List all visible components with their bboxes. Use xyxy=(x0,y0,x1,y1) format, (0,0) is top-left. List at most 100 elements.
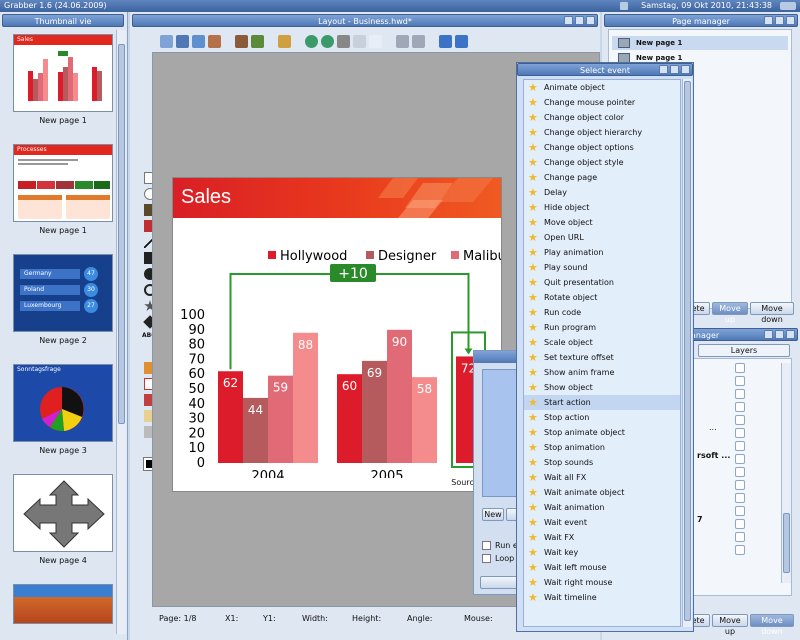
event-item[interactable]: ★ Stop animate object xyxy=(524,425,680,440)
thumbnail-arrows[interactable] xyxy=(13,474,113,552)
event-item[interactable]: ★ Move object xyxy=(524,215,680,230)
move-down-page-button[interactable]: Move down xyxy=(750,302,794,324)
maximize-icon[interactable] xyxy=(575,16,584,25)
layer-visibility-checkbox[interactable] xyxy=(735,532,745,542)
layer-visibility-checkbox[interactable] xyxy=(735,441,745,451)
copy-icon[interactable] xyxy=(353,34,366,48)
export-icon[interactable] xyxy=(208,34,221,48)
event-list-scrollbar[interactable] xyxy=(682,79,692,627)
event-item[interactable]: ★ Rotate object xyxy=(524,290,680,305)
event-item[interactable]: ★ Wait left mouse xyxy=(524,560,680,575)
layer-visibility-checkbox[interactable] xyxy=(735,454,745,464)
paste-icon[interactable] xyxy=(369,34,382,48)
redo-icon[interactable] xyxy=(321,34,334,48)
maximize-icon[interactable] xyxy=(775,330,784,339)
last-icon[interactable] xyxy=(412,34,425,48)
event-item[interactable]: ★ Wait animation xyxy=(524,500,680,515)
event-item[interactable]: ★ Change object color xyxy=(524,110,680,125)
event-item[interactable]: ★ Wait FX xyxy=(524,530,680,545)
event-item[interactable]: ★ Change mouse pointer xyxy=(524,95,680,110)
back-icon[interactable] xyxy=(439,34,452,48)
event-item[interactable]: ★ Wait right mouse xyxy=(524,575,680,590)
thumbnail-sales[interactable]: Sales xyxy=(13,34,113,112)
event-item[interactable]: ★ Scale object xyxy=(524,335,680,350)
event-item[interactable]: ★ Play sound xyxy=(524,260,680,275)
new-icon[interactable] xyxy=(160,34,173,48)
thumbnail-partial[interactable] xyxy=(13,584,113,624)
layer-visibility-checkbox[interactable] xyxy=(735,402,745,412)
thumbnail-eu[interactable]: Germany Poland Luxembourg 47 30 27 xyxy=(13,254,113,332)
event-item[interactable]: ★ Wait key xyxy=(524,545,680,560)
event-item[interactable]: ★ Wait timeline xyxy=(524,590,680,605)
layer-visibility-checkbox[interactable] xyxy=(735,506,745,516)
run-checkbox[interactable] xyxy=(482,541,491,550)
move-down-layer-button[interactable]: Move down xyxy=(750,614,794,636)
layer-visibility-checkbox[interactable] xyxy=(735,493,745,503)
layer-scrollbar[interactable] xyxy=(781,363,791,583)
layer-visibility-checkbox[interactable] xyxy=(735,376,745,386)
minimize-icon[interactable] xyxy=(659,65,668,74)
event-item[interactable]: ★ Change page xyxy=(524,170,680,185)
undo-icon[interactable] xyxy=(305,34,318,48)
event-item[interactable]: ★ Delay xyxy=(524,185,680,200)
save-icon[interactable] xyxy=(192,34,205,48)
event-item[interactable]: ★ Show anim frame xyxy=(524,365,680,380)
window-controls-icon[interactable] xyxy=(780,2,796,10)
layer-scroll-thumb[interactable] xyxy=(783,513,790,573)
event-item[interactable]: ★ Hide object xyxy=(524,200,680,215)
layer-visibility-checkbox[interactable] xyxy=(735,363,745,373)
image-icon[interactable] xyxy=(235,34,248,48)
minimize-icon[interactable] xyxy=(564,16,573,25)
layer-visibility-checkbox[interactable] xyxy=(735,519,745,529)
slide[interactable]: Sales 0 10 20 30 40 50 60 70 80 90 100 Hollywood Des… xyxy=(172,177,502,492)
maximize-icon[interactable] xyxy=(670,65,679,74)
event-item[interactable]: ★ Wait event xyxy=(524,515,680,530)
loop-checkbox[interactable] xyxy=(482,554,491,563)
event-item[interactable]: ★ Show object xyxy=(524,380,680,395)
layer-visibility-checkbox[interactable] xyxy=(735,415,745,425)
event-item[interactable]: ★ Stop action xyxy=(524,410,680,425)
event-scroll-thumb[interactable] xyxy=(684,81,691,621)
event-item[interactable]: ★ Wait all FX xyxy=(524,470,680,485)
properties-icon[interactable] xyxy=(278,34,291,48)
close-icon[interactable] xyxy=(786,330,795,339)
event-item[interactable]: ★ Open URL xyxy=(524,230,680,245)
layer-visibility-checkbox[interactable] xyxy=(735,389,745,399)
thumbnail-scroll-thumb[interactable] xyxy=(118,44,125,424)
thumbnail-scrollbar[interactable] xyxy=(116,30,126,634)
event-item[interactable]: ★ Play animation xyxy=(524,245,680,260)
event-item[interactable]: ★ Stop animation xyxy=(524,440,680,455)
new-button[interactable]: New xyxy=(482,508,504,521)
thumbnail-pie[interactable]: Sonntagsfrage xyxy=(13,364,113,442)
event-item[interactable]: ★ Stop sounds xyxy=(524,455,680,470)
minimize-icon[interactable] xyxy=(764,330,773,339)
event-item[interactable]: ★ Wait animate object xyxy=(524,485,680,500)
event-item[interactable]: ★ Quit presentation xyxy=(524,275,680,290)
layer-visibility-checkbox[interactable] xyxy=(735,467,745,477)
next-icon[interactable] xyxy=(396,34,409,48)
event-item[interactable]: ★ Set texture offset xyxy=(524,350,680,365)
close-icon[interactable] xyxy=(681,65,690,74)
event-item[interactable]: ★ Run code xyxy=(524,305,680,320)
tab-layers[interactable]: Layers xyxy=(698,344,790,357)
move-up-page-button[interactable]: Move up xyxy=(712,302,748,324)
tray-icon[interactable] xyxy=(620,2,628,10)
page-list-item[interactable]: New page 1 xyxy=(612,36,788,50)
maximize-icon[interactable] xyxy=(775,16,784,25)
event-item[interactable]: ★ Change object hierarchy xyxy=(524,125,680,140)
cut-icon[interactable] xyxy=(337,34,350,48)
layer-visibility-checkbox[interactable] xyxy=(735,428,745,438)
event-item[interactable]: ★ Animate object xyxy=(524,80,680,95)
close-icon[interactable] xyxy=(586,16,595,25)
event-item[interactable]: ★ Change object options xyxy=(524,140,680,155)
thumbnail-processes[interactable]: Processes xyxy=(13,144,113,222)
open-icon[interactable] xyxy=(176,34,189,48)
layer-visibility-checkbox[interactable] xyxy=(735,545,745,555)
forward-icon[interactable] xyxy=(455,34,468,48)
move-up-layer-button[interactable]: Move up xyxy=(712,614,748,636)
minimize-icon[interactable] xyxy=(764,16,773,25)
event-item[interactable]: ★ Run program xyxy=(524,320,680,335)
layer-visibility-checkbox[interactable] xyxy=(735,480,745,490)
event-item[interactable]: ★ Change object style xyxy=(524,155,680,170)
presentation-icon[interactable] xyxy=(251,34,264,48)
